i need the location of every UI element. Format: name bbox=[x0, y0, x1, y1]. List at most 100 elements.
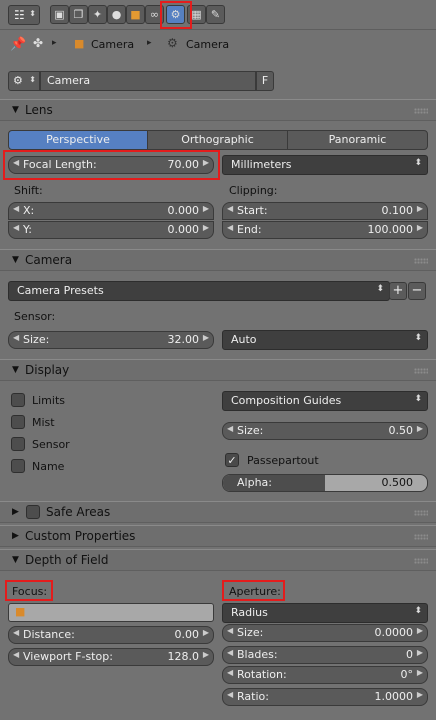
increment-arrow-icon[interactable]: ▶ bbox=[203, 650, 209, 659]
safe-areas-checkbox[interactable] bbox=[26, 505, 40, 519]
decrement-arrow-icon[interactable]: ◀ bbox=[227, 626, 233, 635]
name-checkbox[interactable] bbox=[11, 459, 25, 473]
display-panel-header[interactable]: ▼ Display bbox=[0, 359, 436, 381]
alpha-slider[interactable]: Alpha: 0.500 bbox=[222, 474, 428, 492]
shift-y-field[interactable]: ◀ Y: 0.000 ▶ bbox=[8, 221, 214, 239]
remove-preset-button[interactable]: − bbox=[408, 282, 426, 300]
passepartout-checkbox[interactable]: ✓ bbox=[225, 453, 239, 467]
increment-arrow-icon[interactable]: ▶ bbox=[203, 333, 209, 342]
datablock-browse-button[interactable]: ⚙ ⬍ bbox=[8, 71, 40, 91]
ratio-field[interactable]: ◀ Ratio: 1.0000 ▶ bbox=[222, 688, 428, 706]
drag-handle-icon[interactable] bbox=[414, 108, 428, 114]
custom-properties-panel-header[interactable]: ▶ Custom Properties bbox=[0, 525, 436, 547]
constraints-tab[interactable]: ∞ bbox=[145, 5, 164, 24]
pin-icon[interactable]: 📌 bbox=[10, 37, 26, 52]
drag-handle-icon[interactable] bbox=[414, 368, 428, 374]
increment-arrow-icon[interactable]: ▶ bbox=[203, 223, 209, 232]
material-tab[interactable]: ▦ bbox=[187, 5, 206, 24]
dof-panel-title: Depth of Field bbox=[25, 553, 109, 567]
texture-tab[interactable]: ✎ bbox=[206, 5, 225, 24]
decrement-arrow-icon[interactable]: ◀ bbox=[227, 424, 233, 433]
increment-arrow-icon[interactable]: ▶ bbox=[203, 204, 209, 213]
sensor-size-field[interactable]: ◀ Size: 32.00 ▶ bbox=[8, 331, 214, 349]
editor-type-menu[interactable]: ☷ ⬍ bbox=[8, 5, 40, 25]
lens-type-panoramic[interactable]: Panoramic bbox=[287, 130, 428, 150]
decrement-arrow-icon[interactable]: ◀ bbox=[13, 158, 19, 167]
increment-arrow-icon[interactable]: ▶ bbox=[417, 690, 423, 699]
add-preset-button[interactable]: + bbox=[389, 282, 407, 300]
lens-panel-header[interactable]: ▼ Lens bbox=[0, 99, 436, 121]
decrement-arrow-icon[interactable]: ◀ bbox=[13, 650, 19, 659]
display-size-value: 0.50 bbox=[388, 424, 414, 437]
decrement-arrow-icon[interactable]: ◀ bbox=[227, 223, 233, 232]
increment-arrow-icon[interactable]: ▶ bbox=[203, 628, 209, 637]
aperture-type-dropdown[interactable]: Radius ⬍ bbox=[222, 603, 428, 623]
world-tab[interactable]: ● bbox=[107, 5, 126, 24]
sensor-fit-dropdown[interactable]: Auto ⬍ bbox=[222, 330, 428, 350]
increment-arrow-icon[interactable]: ▶ bbox=[417, 204, 423, 213]
safe-areas-panel-header[interactable]: ▶ Safe Areas bbox=[0, 501, 436, 523]
clip-start-field[interactable]: ◀ Start: 0.100 ▶ bbox=[222, 202, 428, 220]
display-size-field[interactable]: ◀ Size: 0.50 ▶ bbox=[222, 422, 428, 440]
lens-type-perspective[interactable]: Perspective bbox=[8, 130, 148, 150]
shift-x-value: 0.000 bbox=[167, 204, 200, 217]
blades-field[interactable]: ◀ Blades: 0 ▶ bbox=[222, 646, 428, 664]
clip-end-field[interactable]: ◀ End: 100.000 ▶ bbox=[222, 221, 428, 239]
camera-presets-label: Camera Presets bbox=[17, 284, 104, 297]
decrement-arrow-icon[interactable]: ◀ bbox=[13, 628, 19, 637]
composition-guides-dropdown[interactable]: Composition Guides ⬍ bbox=[222, 391, 428, 411]
increment-arrow-icon[interactable]: ▶ bbox=[417, 223, 423, 232]
object-data-tab[interactable]: ⚙ bbox=[166, 5, 185, 24]
increment-arrow-icon[interactable]: ▶ bbox=[417, 668, 423, 677]
chevron-updown-icon: ⬍ bbox=[414, 394, 422, 404]
decrement-arrow-icon[interactable]: ◀ bbox=[227, 204, 233, 213]
decrement-arrow-icon[interactable]: ◀ bbox=[227, 648, 233, 657]
decrement-arrow-icon[interactable]: ◀ bbox=[227, 690, 233, 699]
viewport-fstop-field[interactable]: ◀ Viewport F-stop: 128.0 ▶ bbox=[8, 648, 214, 666]
increment-arrow-icon[interactable]: ▶ bbox=[203, 158, 209, 167]
increment-arrow-icon[interactable]: ▶ bbox=[417, 626, 423, 635]
checker-icon: ▦ bbox=[191, 8, 202, 21]
increment-arrow-icon[interactable]: ▶ bbox=[417, 424, 423, 433]
mist-checkbox[interactable] bbox=[11, 415, 25, 429]
object-data-icon: ✤ bbox=[33, 36, 44, 50]
decrement-arrow-icon[interactable]: ◀ bbox=[13, 204, 19, 213]
camera-presets-dropdown[interactable]: Camera Presets ⬍ bbox=[8, 281, 390, 301]
fake-user-button[interactable]: F bbox=[256, 71, 274, 91]
limits-checkbox[interactable] bbox=[11, 393, 25, 407]
viewport-fstop-label: Viewport F-stop: bbox=[23, 650, 113, 663]
decrement-arrow-icon[interactable]: ◀ bbox=[227, 668, 233, 677]
rotation-value: 0° bbox=[400, 668, 414, 681]
shift-x-field[interactable]: ◀ X: 0.000 ▶ bbox=[8, 202, 214, 220]
rotation-field[interactable]: ◀ Rotation: 0° ▶ bbox=[222, 666, 428, 684]
focal-length-field[interactable]: ◀ Focal Length: 70.00 ▶ bbox=[8, 156, 214, 174]
camera-panel-header[interactable]: ▼ Camera bbox=[0, 249, 436, 271]
clipping-label: Clipping: bbox=[229, 184, 278, 197]
aperture-size-field[interactable]: ◀ Size: 0.0000 ▶ bbox=[222, 624, 428, 642]
focus-distance-field[interactable]: ◀ Distance: 0.00 ▶ bbox=[8, 626, 214, 644]
render-tab[interactable]: ▣ bbox=[50, 5, 69, 24]
focus-object-field[interactable]: ■ bbox=[8, 603, 214, 622]
sensor-checkbox[interactable] bbox=[11, 437, 25, 451]
datablock-name: Camera bbox=[47, 74, 91, 87]
checkmark-icon: ✓ bbox=[227, 454, 237, 467]
drag-handle-icon[interactable] bbox=[414, 534, 428, 540]
scene-tab[interactable]: ✦ bbox=[88, 5, 107, 24]
sensor-display-label: Sensor bbox=[32, 438, 70, 451]
drag-handle-icon[interactable] bbox=[414, 558, 428, 564]
chevron-updown-icon: ⬍ bbox=[376, 284, 384, 294]
object-tab[interactable]: ■ bbox=[126, 5, 145, 24]
increment-arrow-icon[interactable]: ▶ bbox=[417, 648, 423, 657]
drag-handle-icon[interactable] bbox=[414, 510, 428, 516]
dof-panel-header[interactable]: ▼ Depth of Field bbox=[0, 549, 436, 571]
scene-icon: ✦ bbox=[92, 8, 103, 21]
datablock-name-field[interactable]: Camera bbox=[40, 71, 256, 91]
decrement-arrow-icon[interactable]: ◀ bbox=[13, 223, 19, 232]
aperture-label: Aperture: bbox=[229, 585, 281, 598]
sensor-size-label: Size: bbox=[23, 333, 50, 346]
lens-type-orthographic[interactable]: Orthographic bbox=[147, 130, 288, 150]
render-layers-tab[interactable]: ❐ bbox=[69, 5, 88, 24]
decrement-arrow-icon[interactable]: ◀ bbox=[13, 333, 19, 342]
lens-unit-dropdown[interactable]: Millimeters ⬍ bbox=[222, 155, 428, 175]
drag-handle-icon[interactable] bbox=[414, 258, 428, 264]
